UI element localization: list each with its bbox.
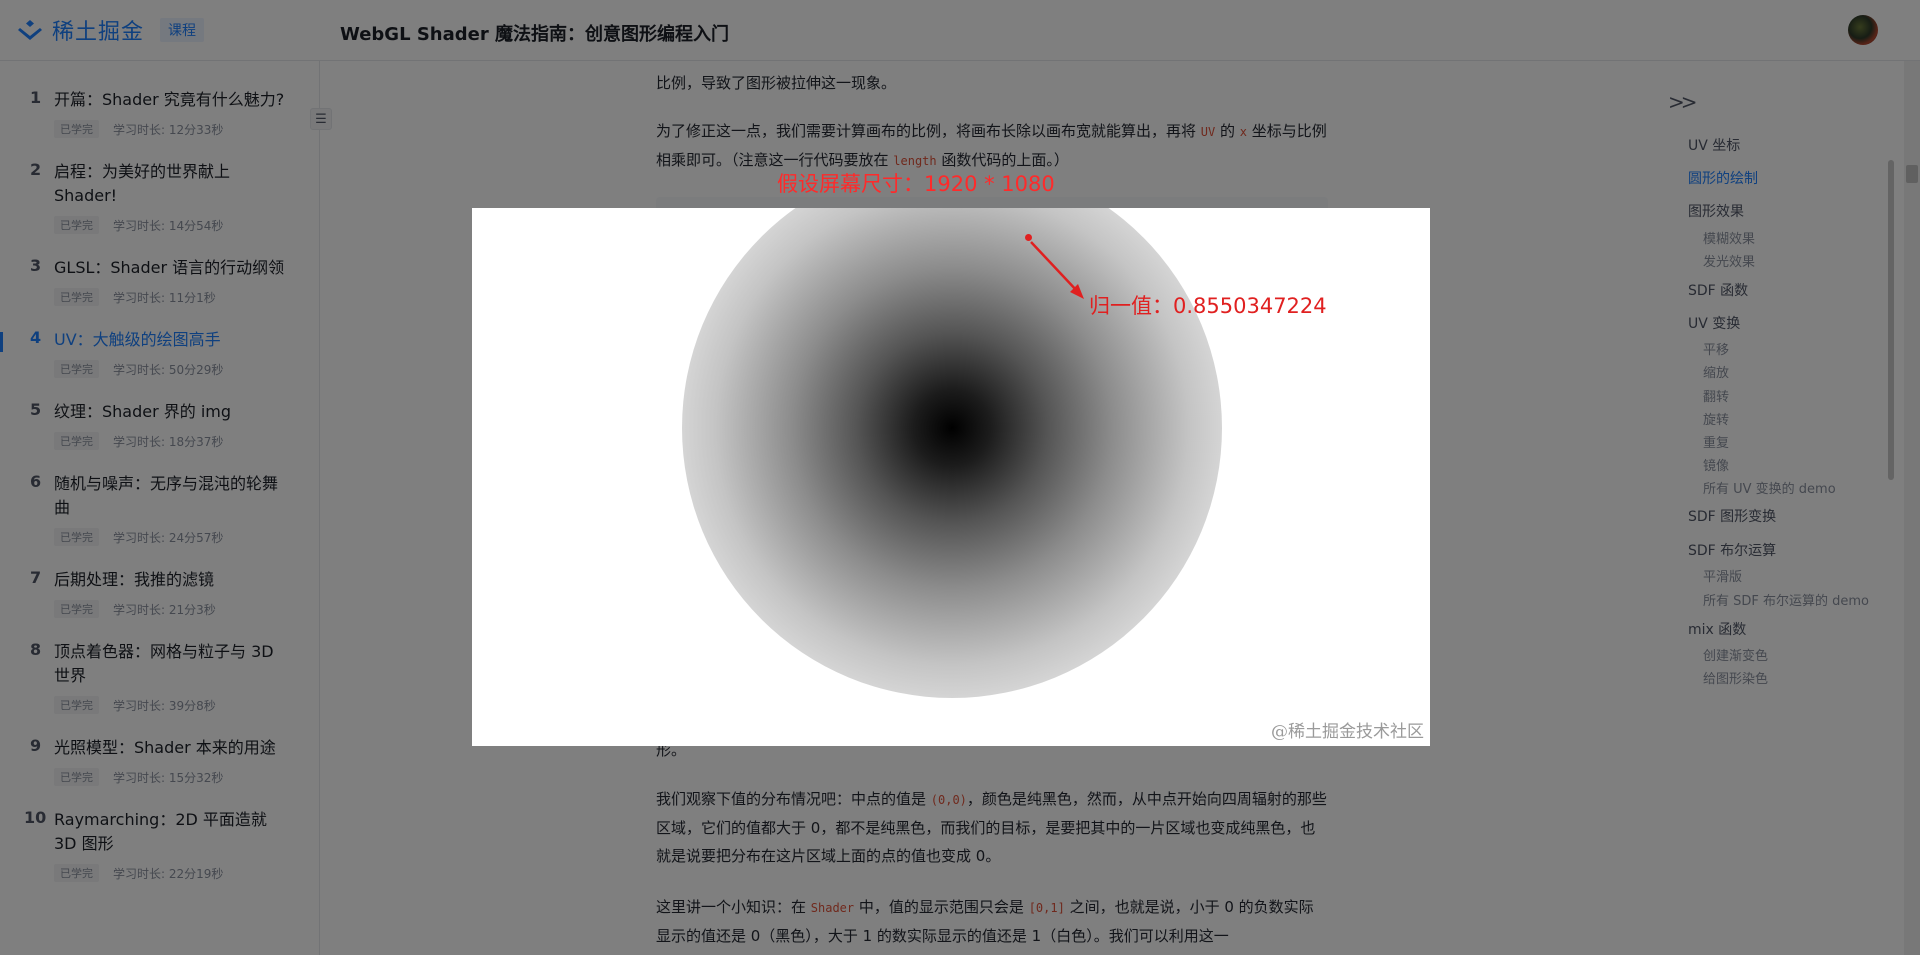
annotation-arrow-icon	[1030, 241, 1084, 299]
normalized-value-annotation: 归一值：0.8550347224	[1089, 294, 1327, 318]
zoomed-image[interactable]: 归一值：0.8550347224 @稀土掘金技术社区	[472, 208, 1430, 746]
screen-size-annotation: 假设屏幕尺寸：1920 * 1080	[777, 172, 1055, 196]
image-watermark: @稀土掘金技术社区	[1271, 722, 1424, 742]
